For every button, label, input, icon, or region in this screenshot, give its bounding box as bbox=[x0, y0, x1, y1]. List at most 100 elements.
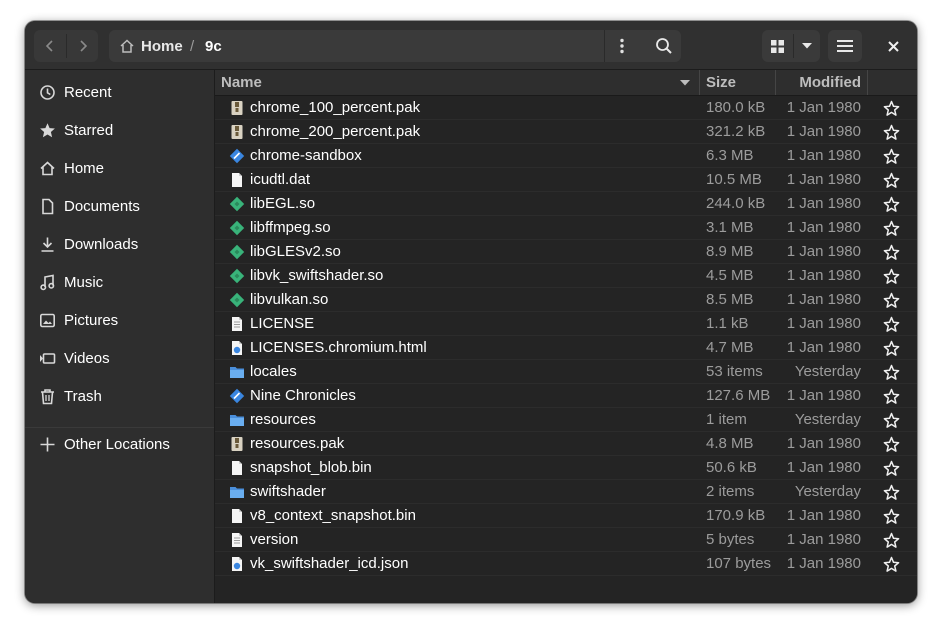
file-row[interactable]: swiftshader 2 items Yesterday bbox=[215, 480, 917, 504]
star-outline-icon[interactable] bbox=[883, 532, 900, 549]
sidebar-item-trash[interactable]: Trash bbox=[25, 378, 214, 414]
column-modified-header[interactable]: Modified bbox=[776, 70, 861, 95]
file-icon bbox=[232, 461, 242, 475]
file-name: LICENSE bbox=[250, 315, 315, 332]
file-row[interactable]: chrome_200_percent.pak 321.2 kB 1 Jan 1980 bbox=[215, 120, 917, 144]
sidebar-item-documents[interactable]: Documents bbox=[25, 188, 214, 224]
file-size: 4.5 MB bbox=[706, 267, 754, 284]
view-options-button[interactable] bbox=[794, 30, 820, 62]
library-file-icon bbox=[229, 292, 245, 308]
column-separator bbox=[867, 70, 868, 95]
file-size: 1.1 kB bbox=[706, 315, 749, 332]
star-outline-icon[interactable] bbox=[883, 100, 900, 117]
back-button[interactable] bbox=[34, 30, 66, 62]
file-name: chrome-sandbox bbox=[250, 147, 362, 164]
star-outline-icon[interactable] bbox=[883, 556, 900, 573]
sidebar-item-starred[interactable]: Starred bbox=[25, 112, 214, 148]
star-outline-icon[interactable] bbox=[883, 436, 900, 453]
file-row[interactable]: version 5 bytes 1 Jan 1980 bbox=[215, 528, 917, 552]
file-size: 4.7 MB bbox=[706, 339, 754, 356]
file-row[interactable]: chrome-sandbox 6.3 MB 1 Jan 1980 bbox=[215, 144, 917, 168]
file-row[interactable]: vk_swiftshader_icd.json 107 bytes 1 Jan 19… bbox=[215, 552, 917, 576]
file-size: 8.5 MB bbox=[706, 291, 754, 308]
file-row[interactable]: Nine Chronicles 127.6 MB 1 Jan 1980 bbox=[215, 384, 917, 408]
file-row[interactable]: libGLESv2.so 8.9 MB 1 Jan 1980 bbox=[215, 240, 917, 264]
sidebar-item-videos[interactable]: Videos bbox=[25, 340, 214, 376]
star-outline-icon[interactable] bbox=[883, 244, 900, 261]
file-row[interactable]: chrome_100_percent.pak 180.0 kB 1 Jan 1980 bbox=[215, 96, 917, 120]
path-current-label: 9c bbox=[205, 37, 222, 55]
file-size: 170.9 kB bbox=[706, 507, 766, 524]
file-size: 8.9 MB bbox=[706, 243, 754, 260]
trash-icon bbox=[41, 389, 54, 405]
column-name-label: Name bbox=[221, 74, 262, 91]
file-row[interactable]: locales 53 items Yesterday bbox=[215, 360, 917, 384]
star-outline-icon[interactable] bbox=[883, 316, 900, 333]
star-outline-icon[interactable] bbox=[883, 364, 900, 381]
star-outline-icon[interactable] bbox=[883, 124, 900, 141]
main-menu-button[interactable] bbox=[828, 30, 862, 62]
library-file-icon bbox=[229, 268, 245, 284]
column-name-header[interactable]: Name bbox=[221, 70, 696, 95]
archive-file-icon bbox=[231, 437, 243, 451]
search-button[interactable] bbox=[647, 30, 681, 62]
forward-button[interactable] bbox=[67, 30, 98, 62]
file-modified: Yesterday bbox=[794, 411, 861, 428]
download-icon bbox=[41, 237, 54, 252]
star-outline-icon[interactable] bbox=[883, 172, 900, 189]
file-row[interactable]: libffmpeg.so 3.1 MB 1 Jan 1980 bbox=[215, 216, 917, 240]
file-modified: 1 Jan 1980 bbox=[786, 291, 861, 308]
sidebar-item-label: Trash bbox=[64, 387, 102, 405]
file-name: chrome_100_percent.pak bbox=[250, 99, 421, 116]
file-name: v8_context_snapshot.bin bbox=[250, 507, 416, 524]
file-name: libEGL.so bbox=[250, 195, 316, 212]
sidebar-item-other-locations[interactable]: Other Locations bbox=[25, 426, 214, 462]
file-row[interactable]: LICENSE 1.1 kB 1 Jan 1980 bbox=[215, 312, 917, 336]
file-modified: 1 Jan 1980 bbox=[786, 243, 861, 260]
path-home-button[interactable]: Home bbox=[119, 30, 183, 62]
star-outline-icon[interactable] bbox=[883, 196, 900, 213]
star-icon bbox=[40, 123, 55, 138]
sidebar-item-music[interactable]: Music bbox=[25, 264, 214, 300]
path-current-button[interactable]: 9c bbox=[205, 30, 222, 62]
file-row[interactable]: v8_context_snapshot.bin 170.9 kB 1 Jan 198… bbox=[215, 504, 917, 528]
column-size-header[interactable]: Size bbox=[706, 70, 776, 95]
file-modified: 1 Jan 1980 bbox=[786, 435, 861, 452]
home-icon bbox=[120, 39, 134, 53]
sidebar-item-pictures[interactable]: Pictures bbox=[25, 302, 214, 338]
file-row[interactable]: libvulkan.so 8.5 MB 1 Jan 1980 bbox=[215, 288, 917, 312]
clock-icon bbox=[40, 85, 55, 100]
close-button[interactable] bbox=[877, 30, 909, 62]
column-header: Name Size Modified bbox=[215, 70, 917, 96]
file-modified: 1 Jan 1980 bbox=[786, 99, 861, 116]
folder-icon bbox=[230, 487, 244, 498]
file-modified: 1 Jan 1980 bbox=[786, 219, 861, 236]
file-row[interactable]: LICENSES.chromium.html 4.7 MB 1 Jan 1980 bbox=[215, 336, 917, 360]
path-home-label: Home bbox=[141, 37, 183, 55]
star-outline-icon[interactable] bbox=[883, 508, 900, 525]
file-row[interactable]: snapshot_blob.bin 50.6 kB 1 Jan 1980 bbox=[215, 456, 917, 480]
star-outline-icon[interactable] bbox=[883, 268, 900, 285]
star-outline-icon[interactable] bbox=[883, 220, 900, 237]
star-outline-icon[interactable] bbox=[883, 340, 900, 357]
star-outline-icon[interactable] bbox=[883, 484, 900, 501]
sidebar-item-recent[interactable]: Recent bbox=[25, 74, 214, 110]
path-menu-button[interactable] bbox=[604, 30, 639, 62]
star-outline-icon[interactable] bbox=[883, 292, 900, 309]
file-row[interactable]: icudtl.dat 10.5 MB 1 Jan 1980 bbox=[215, 168, 917, 192]
file-modified: Yesterday bbox=[794, 483, 861, 500]
path-bar: Home / 9c bbox=[109, 30, 659, 62]
star-outline-icon[interactable] bbox=[883, 460, 900, 477]
star-outline-icon[interactable] bbox=[883, 148, 900, 165]
file-row[interactable]: libvk_swiftshader.so 4.5 MB 1 Jan 1980 bbox=[215, 264, 917, 288]
library-file-icon bbox=[229, 220, 245, 236]
file-row[interactable]: resources.pak 4.8 MB 1 Jan 1980 bbox=[215, 432, 917, 456]
archive-file-icon bbox=[231, 101, 243, 115]
file-row[interactable]: resources 1 item Yesterday bbox=[215, 408, 917, 432]
star-outline-icon[interactable] bbox=[883, 412, 900, 429]
star-outline-icon[interactable] bbox=[883, 388, 900, 405]
grid-view-button[interactable] bbox=[762, 30, 793, 62]
sidebar-item-home[interactable]: Home bbox=[25, 150, 214, 186]
sidebar-item-downloads[interactable]: Downloads bbox=[25, 226, 214, 262]
file-row[interactable]: libEGL.so 244.0 kB 1 Jan 1980 bbox=[215, 192, 917, 216]
